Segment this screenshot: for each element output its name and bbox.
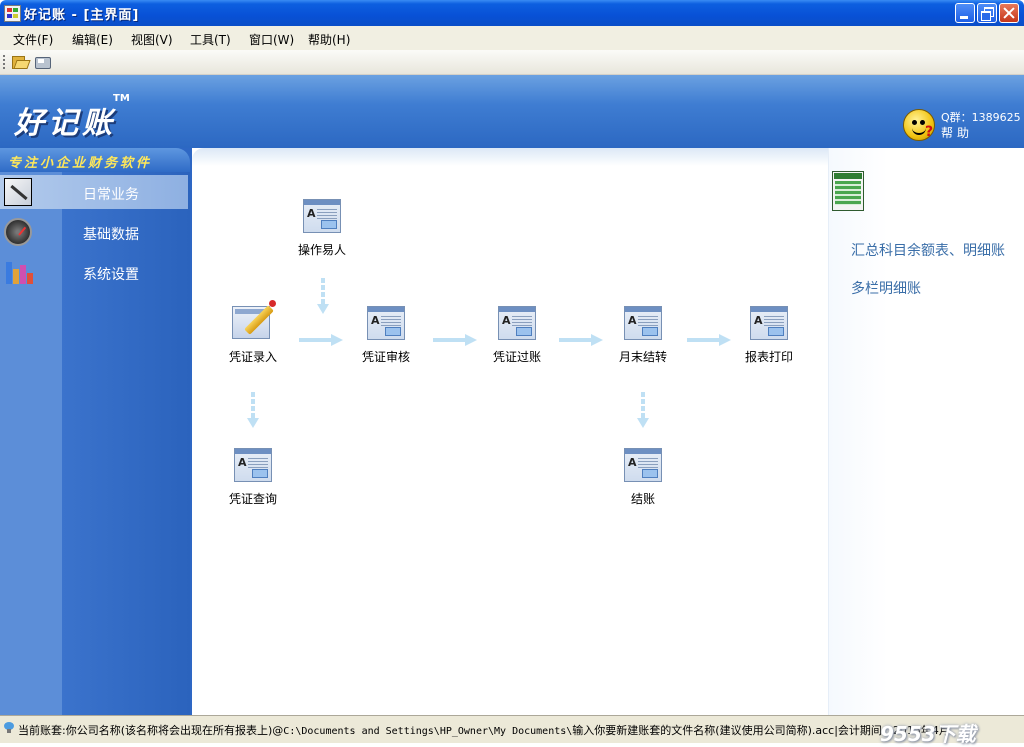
slogan-text: 专注小企业财务软件 bbox=[8, 156, 153, 171]
toolbar bbox=[0, 50, 1024, 75]
flow-operator-label[interactable]: 操作易人 bbox=[298, 241, 346, 258]
voucher-review-doc-icon[interactable]: A bbox=[367, 306, 407, 342]
arrow-right-icon bbox=[687, 334, 731, 346]
sidebar-item-daily-business[interactable]: 日常业务 bbox=[0, 175, 188, 209]
flow-month-end-label[interactable]: 月末结转 bbox=[619, 348, 667, 365]
status-text: 当前账套:你公司名称(该名称将会出现在所有报表上)@C:\Documents a… bbox=[18, 722, 950, 738]
trademark-mark: TM bbox=[113, 93, 130, 104]
header-banner: 好记账 TM ? Q群：1389625 帮助 bbox=[0, 75, 1024, 148]
flow-closing-label[interactable]: 结账 bbox=[631, 490, 655, 507]
flow-query-label[interactable]: 凭证查询 bbox=[229, 490, 277, 507]
flow-entry-label[interactable]: 凭证录入 bbox=[229, 348, 277, 365]
app-logo: 好记账 bbox=[14, 106, 116, 141]
title-bar: 好记账 - [主界面] bbox=[0, 0, 1024, 26]
menu-tools[interactable]: 工具(T) bbox=[190, 31, 231, 48]
backup-disk-icon[interactable] bbox=[35, 54, 51, 69]
arrow-down-icon bbox=[637, 392, 649, 428]
arrow-down-icon bbox=[317, 278, 329, 314]
menu-view[interactable]: 视图(V) bbox=[131, 31, 173, 48]
report-panel bbox=[828, 148, 1024, 715]
flow-review-label[interactable]: 凭证审核 bbox=[362, 348, 410, 365]
help-link[interactable]: 帮助 bbox=[941, 124, 973, 141]
sidebar-nav-column bbox=[62, 172, 190, 715]
toolbar-grip[interactable] bbox=[3, 55, 5, 69]
month-end-doc-icon[interactable]: A bbox=[624, 306, 664, 342]
operator-doc-icon[interactable]: A bbox=[303, 199, 343, 235]
close-button[interactable] bbox=[999, 3, 1019, 23]
restore-button[interactable] bbox=[977, 3, 997, 23]
arrow-right-icon bbox=[433, 334, 477, 346]
open-folder-icon[interactable] bbox=[12, 54, 31, 69]
sidebar-item-label: 基础数据 bbox=[83, 227, 139, 243]
closing-doc-icon[interactable]: A bbox=[624, 448, 664, 484]
app-icon[interactable] bbox=[4, 5, 21, 22]
menu-help[interactable]: 帮助(H) bbox=[308, 31, 350, 48]
ledger-sheet-icon[interactable] bbox=[832, 171, 864, 211]
sidebar-icon-column bbox=[0, 172, 62, 715]
sidebar-item-label: 系统设置 bbox=[83, 267, 139, 283]
status-bar: 当前账套:你公司名称(该名称将会出现在所有报表上)@C:\Documents a… bbox=[0, 715, 1024, 746]
sidebar: 专注小企业财务软件 日常业务 基础数据 系统设置 bbox=[0, 148, 192, 715]
report-print-doc-icon[interactable]: A bbox=[750, 306, 790, 342]
voucher-posting-doc-icon[interactable]: A bbox=[498, 306, 538, 342]
help-smiley-icon[interactable]: ? bbox=[903, 109, 935, 141]
status-path: C:\Documents and Settings\HP_Owner\My Do… bbox=[283, 726, 573, 737]
arrow-right-icon bbox=[299, 334, 343, 346]
sidebar-item-basic-data[interactable]: 基础数据 bbox=[0, 215, 188, 249]
status-bulb-icon bbox=[4, 722, 14, 734]
gauge-icon bbox=[4, 218, 32, 246]
window-title: 好记账 - [主界面] bbox=[24, 8, 140, 23]
flow-report-print-label[interactable]: 报表打印 bbox=[745, 348, 793, 365]
daily-business-icon bbox=[4, 178, 32, 206]
multi-column-ledger-link[interactable]: 多栏明细账 bbox=[851, 278, 921, 298]
menu-edit[interactable]: 编辑(E) bbox=[72, 31, 113, 48]
voucher-entry-pencil-icon[interactable] bbox=[232, 300, 276, 342]
status-prefix: 当前账套:你公司名称(该名称将会出现在所有报表上)@ bbox=[18, 724, 284, 737]
summary-balance-ledger-link[interactable]: 汇总科目余额表、明细账 bbox=[851, 240, 1005, 260]
menu-bar: 文件(F) 编辑(E) 视图(V) 工具(T) 窗口(W) 帮助(H) bbox=[0, 26, 1024, 50]
menu-window[interactable]: 窗口(W) bbox=[249, 31, 294, 48]
flow-posting-label[interactable]: 凭证过账 bbox=[493, 348, 541, 365]
arrow-right-icon bbox=[559, 334, 603, 346]
sidebar-item-label: 日常业务 bbox=[83, 187, 139, 203]
voucher-query-doc-icon[interactable]: A bbox=[234, 448, 274, 484]
qq-group-number: Q群：1389625 bbox=[941, 111, 1021, 124]
menu-file[interactable]: 文件(F) bbox=[13, 31, 53, 48]
watermark: 9553下载 bbox=[880, 722, 976, 746]
slogan-bar: 专注小企业财务软件 bbox=[0, 148, 190, 172]
bar-chart-icon bbox=[4, 258, 33, 286]
arrow-down-icon bbox=[247, 392, 259, 428]
minimize-button[interactable] bbox=[955, 3, 975, 23]
sidebar-item-system-settings[interactable]: 系统设置 bbox=[0, 255, 188, 289]
